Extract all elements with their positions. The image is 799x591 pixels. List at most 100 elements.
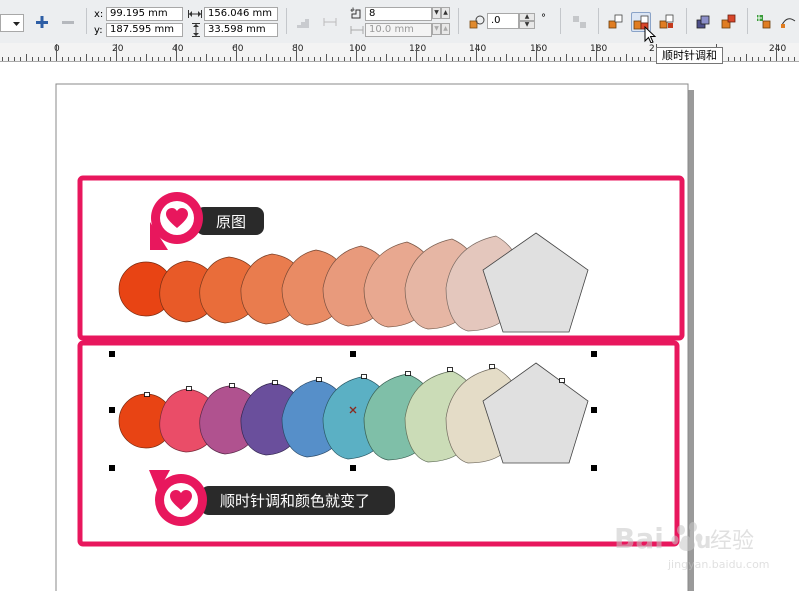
ruler-tick xyxy=(440,57,441,61)
path-properties-icon xyxy=(781,18,796,28)
ruler-tick xyxy=(38,57,39,61)
start-end-icon xyxy=(756,15,771,29)
ruler-tick xyxy=(626,54,627,61)
steps-icon: # xyxy=(350,7,361,19)
ruler-tick xyxy=(260,57,261,61)
ruler-tick xyxy=(266,54,267,61)
ruler-tick xyxy=(632,57,633,61)
ruler-tick xyxy=(764,57,765,61)
y-position-field[interactable]: 187.595 mm xyxy=(106,23,183,37)
selection-handle[interactable] xyxy=(350,351,356,357)
ruler-label: 100 xyxy=(349,44,367,54)
x-label: x: xyxy=(94,9,104,20)
ruler-tick xyxy=(620,57,621,61)
ruler-label: 120 xyxy=(409,44,427,54)
ruler-tick xyxy=(554,57,555,61)
remove-preset-button[interactable] xyxy=(58,12,78,32)
ruler-tick xyxy=(194,57,195,61)
ruler-tick xyxy=(746,54,747,61)
ruler-tick xyxy=(608,57,609,61)
height-field[interactable]: 33.598 mm xyxy=(204,23,278,37)
selection-handle[interactable] xyxy=(109,351,115,357)
selection-handle[interactable] xyxy=(591,351,597,357)
ruler-tick xyxy=(536,44,537,61)
ruler-tick xyxy=(572,57,573,61)
selection-handle[interactable] xyxy=(591,465,597,471)
path-properties-button[interactable] xyxy=(779,12,799,32)
spacing-spin-down: ▼ xyxy=(432,23,441,35)
selection-handle[interactable] xyxy=(109,407,115,413)
object-acceleration-button[interactable] xyxy=(694,12,714,32)
ruler-label: 240 xyxy=(769,44,787,54)
x-position-field[interactable]: 99.195 mm xyxy=(106,7,183,21)
y-label: y: xyxy=(94,25,103,36)
ruler-label: 80 xyxy=(292,44,304,54)
ruler-tick xyxy=(272,57,273,61)
ruler-tick xyxy=(524,57,525,61)
blend-steps-mode-button[interactable] xyxy=(294,12,314,32)
ruler-tick xyxy=(308,57,309,61)
ruler-tick xyxy=(788,57,789,61)
ruler-tick xyxy=(128,57,129,61)
ruler-tick xyxy=(356,44,357,61)
height-icon xyxy=(192,23,200,37)
ruler-tick xyxy=(464,57,465,61)
drawing-canvas[interactable]: 原图 顺时针调和颜色就变了 Bai du 经验 jingyan.baidu.co… xyxy=(0,62,799,591)
separator xyxy=(458,8,459,34)
original-label: 原图 xyxy=(216,213,246,231)
ruler-tick xyxy=(380,57,381,61)
ruler-tick xyxy=(212,57,213,61)
color-acceleration-button[interactable] xyxy=(719,12,739,32)
loop-blend-icon xyxy=(573,16,586,28)
ruler-tick xyxy=(146,54,147,61)
ruler-tick xyxy=(44,57,45,61)
ruler-tick xyxy=(116,44,117,61)
width-field[interactable]: 156.046 mm xyxy=(204,7,278,21)
ruler-tick xyxy=(200,57,201,61)
direct-blend-icon xyxy=(608,14,623,29)
ruler-tick xyxy=(494,57,495,61)
ruler-tick xyxy=(560,57,561,61)
ruler-tick xyxy=(32,57,33,61)
ruler-label: 180 xyxy=(590,44,608,54)
ruler-tick xyxy=(284,57,285,61)
ruler-label: 20 xyxy=(112,44,124,54)
ruler-tick xyxy=(752,57,753,61)
blend-spacing-mode-button[interactable] xyxy=(320,12,340,32)
selection-handle[interactable] xyxy=(350,465,356,471)
separator xyxy=(560,8,561,34)
add-preset-button[interactable] xyxy=(32,12,52,32)
angle-spin-down[interactable]: ▼ xyxy=(519,21,535,29)
watermark-brand-2: du xyxy=(680,529,711,554)
ruler-tick xyxy=(392,57,393,61)
blend-steps-field[interactable]: 8 xyxy=(365,7,432,21)
ruler-tick xyxy=(638,57,639,61)
object-dropdown[interactable] xyxy=(0,14,24,32)
ruler-tick xyxy=(650,57,651,61)
direct-blend-button[interactable] xyxy=(606,12,626,32)
ruler-tick xyxy=(14,57,15,61)
counterclockwise-blend-button[interactable] xyxy=(657,12,677,32)
ruler-tick xyxy=(140,57,141,61)
steps-spin-up[interactable]: ▲ xyxy=(441,7,450,19)
ruler-tick xyxy=(500,57,501,61)
blend-direction-field[interactable]: .0 xyxy=(487,13,519,29)
ruler-tick xyxy=(518,57,519,61)
ruler-tick xyxy=(734,57,735,61)
ruler-tick xyxy=(176,44,177,61)
ruler-tick xyxy=(410,57,411,61)
ruler-tick xyxy=(170,57,171,61)
selection-handle[interactable] xyxy=(591,407,597,413)
ruler-tick xyxy=(374,57,375,61)
steps-spin-down[interactable]: ▼ xyxy=(432,7,441,19)
loop-blend-button[interactable] xyxy=(570,12,590,32)
ruler-tick xyxy=(74,57,75,61)
start-end-properties-button[interactable] xyxy=(754,12,774,32)
ruler-tick xyxy=(344,57,345,61)
ruler-label: 2 xyxy=(649,44,655,54)
ruler-tick xyxy=(158,57,159,61)
selection-handle[interactable] xyxy=(109,465,115,471)
angle-spin-up[interactable]: ▲ xyxy=(519,13,535,21)
stairs-icon xyxy=(297,19,309,28)
watermark-cn: 经验 xyxy=(710,529,754,554)
